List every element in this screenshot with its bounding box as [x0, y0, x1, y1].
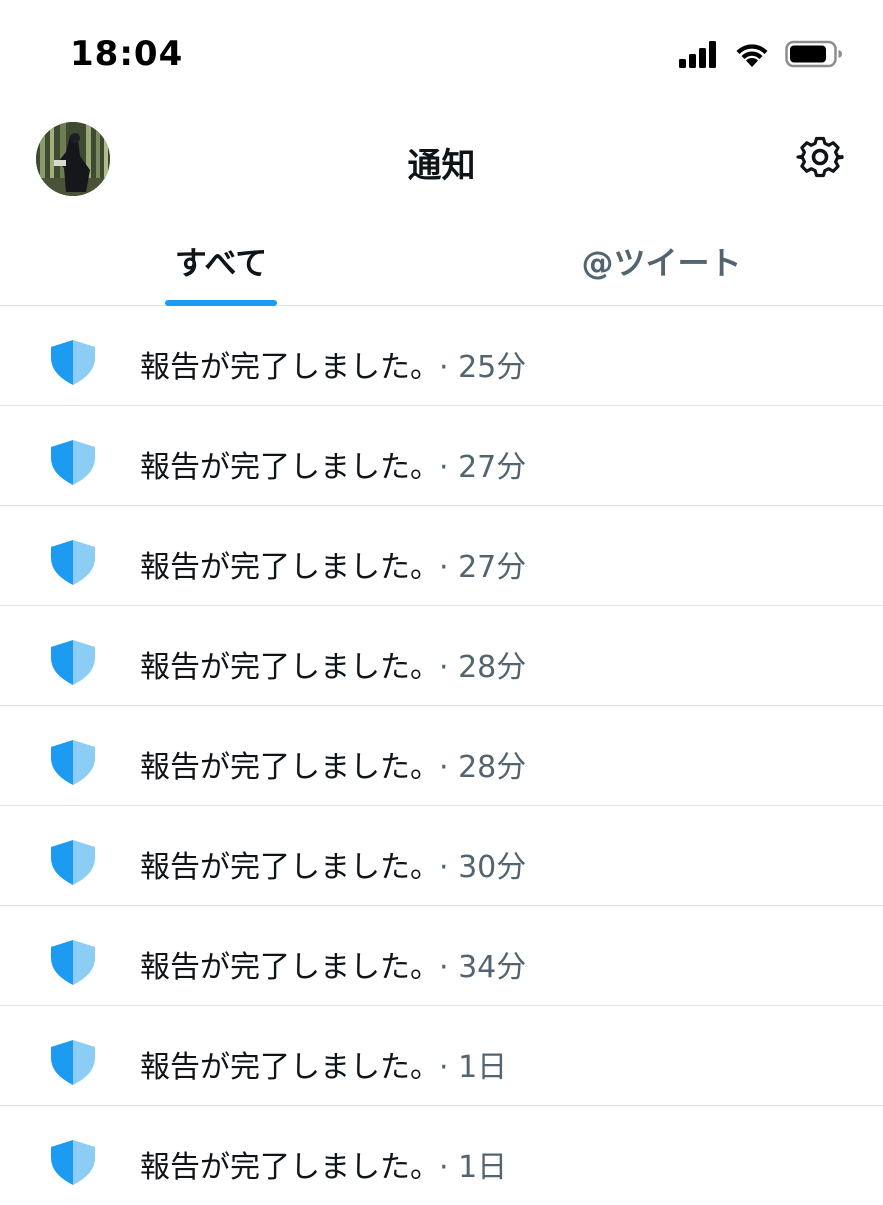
notification-item[interactable]: 報告が完了しました。 · 25分	[0, 306, 883, 406]
notification-time: · 1日	[439, 1050, 508, 1085]
notification-time: · 27分	[439, 450, 527, 485]
notification-text: 報告が完了しました。 · 34分	[140, 942, 526, 986]
notification-time: · 1日	[439, 1150, 508, 1185]
tab-all-label: すべて	[174, 244, 268, 282]
page-title: 通知	[407, 146, 476, 186]
shield-icon	[51, 1040, 95, 1085]
notification-message: 報告が完了しました。	[140, 850, 425, 885]
notification-message: 報告が完了しました。	[140, 350, 425, 385]
shield-icon	[51, 840, 95, 885]
tab-bar: すべて @ツイート	[0, 210, 883, 306]
notification-message: 報告が完了しました。	[140, 950, 425, 985]
notification-list: 報告が完了しました。 · 25分 報告が完了しました。 · 27分 報告が完了しまし…	[0, 306, 883, 1205]
settings-button[interactable]	[795, 132, 845, 182]
notification-time: · 25分	[439, 350, 527, 385]
shield-icon	[51, 440, 95, 485]
notification-message: 報告が完了しました。	[140, 650, 425, 685]
notification-time: · 27分	[439, 550, 527, 585]
notification-item[interactable]: 報告が完了しました。 · 28分	[0, 606, 883, 706]
gear-icon	[796, 136, 844, 178]
status-icons	[679, 40, 843, 68]
notification-item[interactable]: 報告が完了しました。 · 34分	[0, 906, 883, 1006]
notification-message: 報告が完了しました。	[140, 1150, 425, 1185]
battery-icon	[785, 40, 842, 68]
notification-item[interactable]: 報告が完了しました。 · 27分	[0, 506, 883, 606]
notification-message: 報告が完了しました。	[140, 1050, 425, 1085]
nav-header: 通知	[0, 110, 883, 210]
notification-time: · 34分	[439, 950, 527, 985]
shield-icon	[51, 540, 95, 585]
notification-text: 報告が完了しました。 · 27分	[140, 442, 526, 486]
tab-mentions-label: @ツイート	[581, 244, 742, 282]
notification-item[interactable]: 報告が完了しました。 · 28分	[0, 706, 883, 806]
notification-message: 報告が完了しました。	[140, 450, 425, 485]
notification-text: 報告が完了しました。 · 1日	[140, 1042, 507, 1086]
shield-icon	[51, 740, 95, 785]
tab-all[interactable]: すべて	[0, 210, 441, 306]
notification-item[interactable]: 報告が完了しました。 · 1日	[0, 1106, 883, 1205]
wifi-icon	[736, 44, 768, 67]
notification-time: · 28分	[439, 650, 527, 685]
shield-icon	[51, 1140, 95, 1185]
tab-mentions[interactable]: @ツイート	[441, 210, 882, 306]
shield-icon	[51, 640, 95, 685]
cellular-signal-icon	[679, 41, 716, 68]
notification-item[interactable]: 報告が完了しました。 · 1日	[0, 1006, 883, 1106]
notification-item[interactable]: 報告が完了しました。 · 30分	[0, 806, 883, 906]
status-time: 18:04	[70, 34, 184, 74]
shield-icon	[51, 940, 95, 985]
status-bar: 18:04	[0, 0, 883, 110]
notification-text: 報告が完了しました。 · 28分	[140, 742, 526, 786]
notification-text: 報告が完了しました。 · 30分	[140, 842, 526, 886]
notification-time: · 28分	[439, 750, 527, 785]
notification-text: 報告が完了しました。 · 25分	[140, 342, 526, 386]
notification-time: · 30分	[439, 850, 527, 885]
notification-text: 報告が完了しました。 · 1日	[140, 1142, 507, 1186]
notification-item[interactable]: 報告が完了しました。 · 27分	[0, 406, 883, 506]
notification-text: 報告が完了しました。 · 27分	[140, 542, 526, 586]
notification-text: 報告が完了しました。 · 28分	[140, 642, 526, 686]
shield-icon	[51, 340, 95, 385]
notification-message: 報告が完了しました。	[140, 550, 425, 585]
notification-message: 報告が完了しました。	[140, 750, 425, 785]
